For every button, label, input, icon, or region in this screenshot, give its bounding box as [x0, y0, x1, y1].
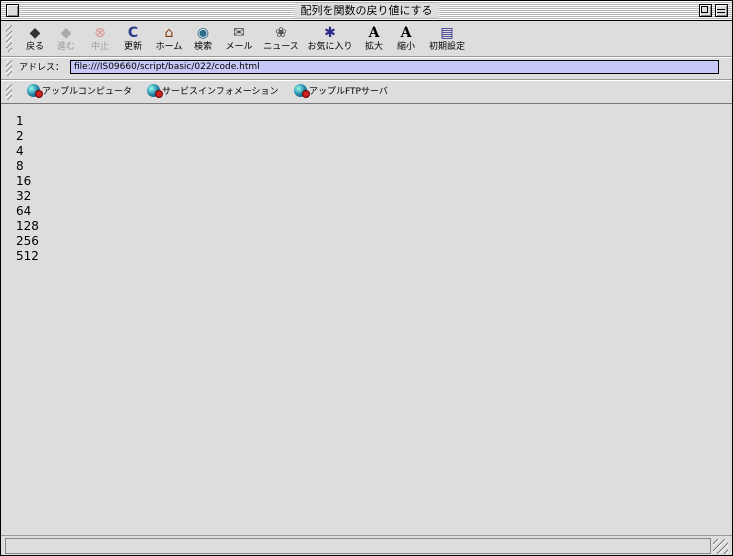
favorites-grip-handle[interactable]	[6, 84, 12, 100]
output-line: 32	[16, 189, 32, 203]
text-smaller-button[interactable]: A 縮小	[394, 24, 418, 56]
reload-icon: C	[127, 25, 139, 41]
globe-icon	[294, 84, 310, 98]
output-line: 2	[16, 129, 24, 143]
browser-window: 配列を関数の戻り値にする ◆ 戻る ◆ 進む ⊗ 中止 C 更新 ⌂ ホーム ◉…	[0, 0, 733, 556]
search-globe-icon: ◉	[196, 25, 210, 41]
stop-button[interactable]: ⊗ 中止	[88, 24, 112, 56]
favorite-service-information[interactable]: サービスインフォメーション	[147, 84, 279, 100]
favorite-label: サービスインフォメーション	[162, 87, 279, 97]
toolbar-grip-handle[interactable]	[6, 25, 12, 52]
mail-icon: ✉	[233, 25, 245, 41]
forward-arrow-icon: ◆	[60, 25, 72, 41]
output-line: 1	[16, 114, 24, 128]
toolbar: ◆ 戻る ◆ 進む ⊗ 中止 C 更新 ⌂ ホーム ◉ 検索 ✉ メール ❀ ニ	[1, 21, 732, 57]
back-button[interactable]: ◆ 戻る	[23, 24, 47, 56]
address-bar: アドレス：	[1, 57, 732, 80]
home-icon: ⌂	[164, 25, 174, 41]
text-larger-icon: A	[368, 25, 380, 41]
output-line: 4	[16, 144, 24, 158]
status-bar	[1, 535, 732, 556]
back-label: 戻る	[25, 42, 44, 52]
favorites-button[interactable]: ✱ お気に入り	[306, 24, 354, 56]
mail-label: メール	[225, 42, 253, 52]
text-larger-button[interactable]: A 拡大	[362, 24, 386, 56]
output-line: 512	[16, 249, 39, 263]
collapse-box[interactable]	[715, 4, 728, 17]
home-button[interactable]: ⌂ ホーム	[152, 24, 186, 56]
forward-button[interactable]: ◆ 進む	[54, 24, 78, 56]
preferences-label: 初期設定	[428, 42, 465, 52]
reload-button[interactable]: C 更新	[121, 24, 145, 56]
resize-grip-icon[interactable]	[713, 539, 728, 554]
forward-label: 進む	[56, 42, 75, 52]
close-box[interactable]	[6, 4, 19, 17]
text-smaller-icon: A	[400, 25, 412, 41]
preferences-button[interactable]: ▤ 初期設定	[427, 24, 467, 56]
output-line: 16	[16, 174, 32, 188]
search-label: 検索	[193, 42, 212, 52]
title-bar[interactable]: 配列を関数の戻り値にする	[1, 1, 732, 21]
favorites-bar: アップルコンピュータ サービスインフォメーション アップルFTPサーバ	[1, 81, 732, 104]
favorite-apple-computer[interactable]: アップルコンピュータ	[27, 84, 132, 100]
window-title: 配列を関数の戻り値にする	[294, 3, 439, 18]
output-list: 1 2 4 8 16 32 64 128 256 512	[16, 114, 39, 264]
address-grip-handle[interactable]	[6, 60, 12, 76]
preferences-icon: ▤	[440, 25, 454, 41]
address-input[interactable]	[70, 60, 719, 74]
zoom-box[interactable]	[699, 4, 712, 17]
favorites-label: お気に入り	[307, 42, 353, 52]
address-label: アドレス：	[19, 63, 65, 73]
output-line: 256	[16, 234, 39, 248]
favorite-label: アップルFTPサーバ	[309, 87, 388, 97]
favorite-label: アップルコンピュータ	[42, 87, 132, 97]
output-line: 64	[16, 204, 32, 218]
status-text	[5, 538, 711, 554]
home-label: ホーム	[155, 42, 183, 52]
stop-label: 中止	[90, 42, 109, 52]
back-arrow-icon: ◆	[29, 25, 41, 41]
text-smaller-label: 縮小	[396, 42, 415, 52]
stop-icon: ⊗	[94, 25, 106, 41]
news-button[interactable]: ❀ ニュース	[261, 24, 301, 56]
page-content: 1 2 4 8 16 32 64 128 256 512	[1, 104, 732, 535]
globe-icon	[27, 84, 43, 98]
globe-icon	[147, 84, 163, 98]
output-line: 128	[16, 219, 39, 233]
news-icon: ❀	[275, 25, 287, 41]
mail-button[interactable]: ✉ メール	[222, 24, 256, 56]
reload-label: 更新	[123, 42, 142, 52]
favorite-apple-ftp-server[interactable]: アップルFTPサーバ	[294, 84, 388, 100]
output-line: 8	[16, 159, 24, 173]
text-larger-label: 拡大	[364, 42, 383, 52]
search-button[interactable]: ◉ 検索	[191, 24, 215, 56]
favorites-icon: ✱	[324, 25, 336, 41]
news-label: ニュース	[263, 42, 299, 52]
